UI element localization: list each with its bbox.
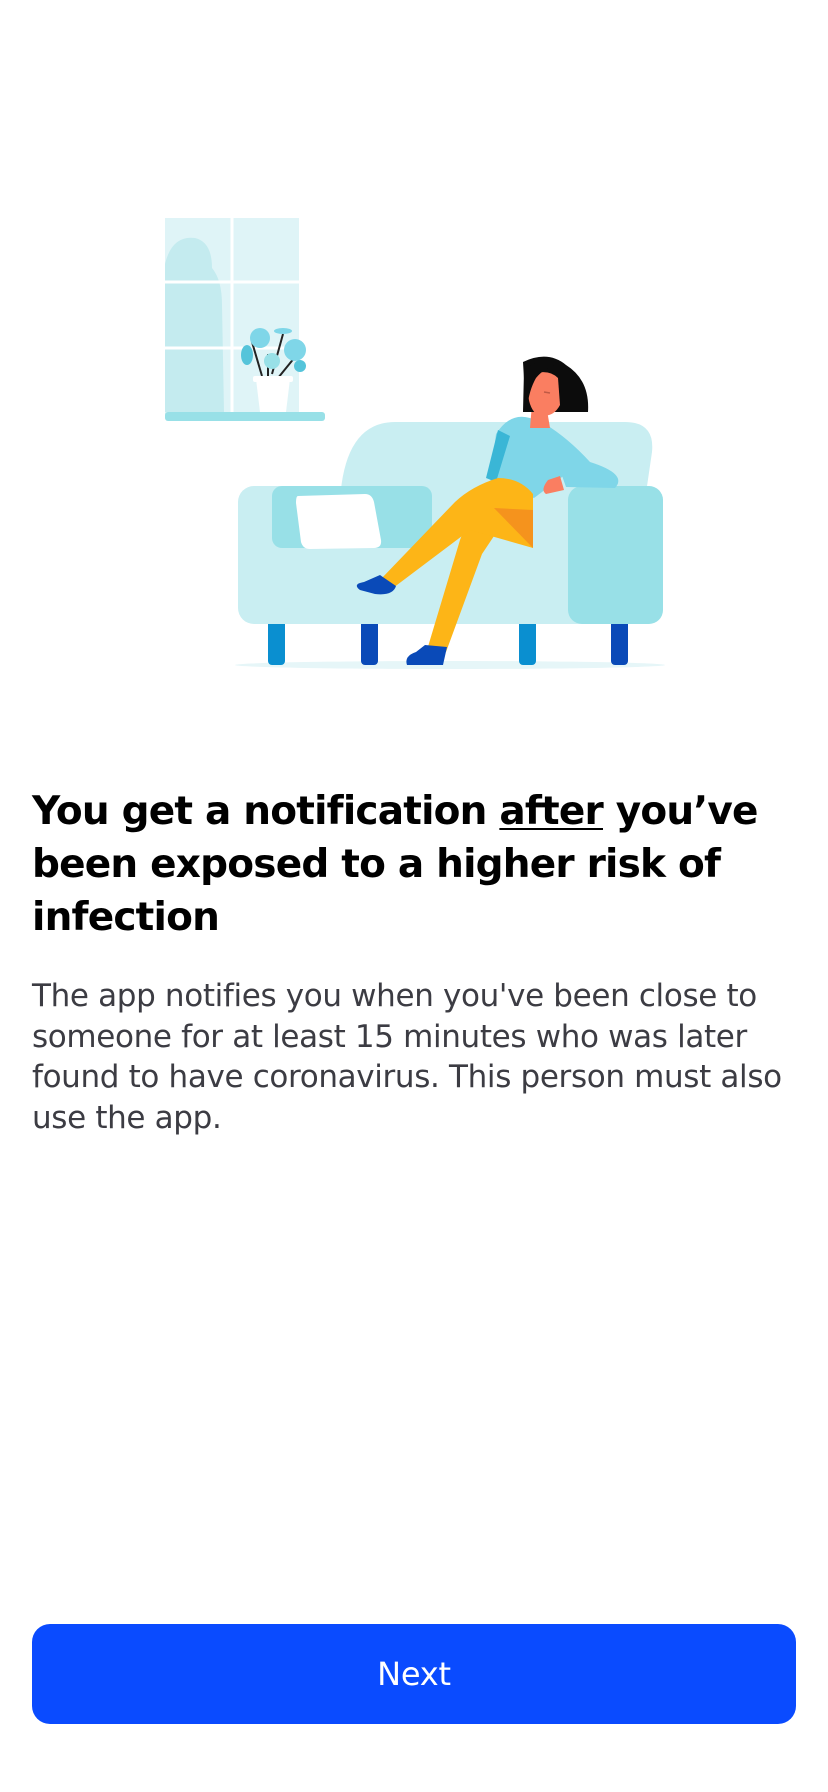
onboarding-description: The app notifies you when you've been cl… [32, 978, 782, 1136]
headline-emphasis: after [499, 789, 603, 834]
headline-part-1: You get a notification [32, 789, 500, 834]
next-button[interactable]: Next [32, 1624, 796, 1724]
onboarding-headline: You get a notification after you’ve been… [32, 785, 796, 944]
person-on-sofa-illustration [165, 218, 665, 669]
window-illustration [165, 218, 325, 421]
